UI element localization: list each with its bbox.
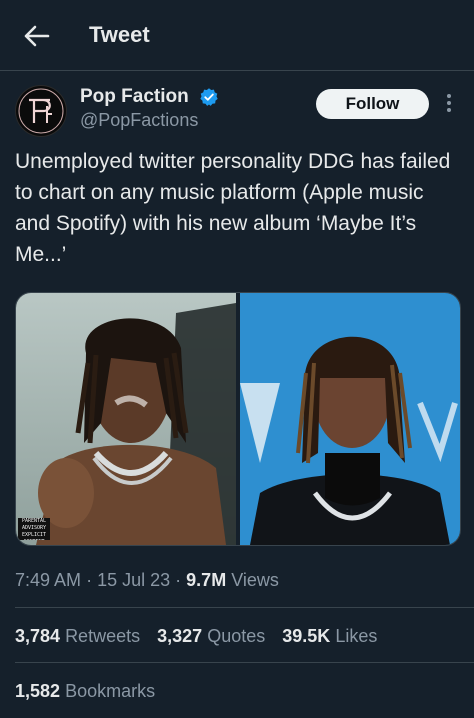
top-bar: Tweet [0,0,474,71]
author-name[interactable]: Pop Faction [80,86,189,108]
meta-separator: · [86,570,93,590]
views-label: Views [231,570,279,590]
likes-label: Likes [335,626,378,646]
tweet-time: 7:49 AM [15,570,82,590]
media-grid[interactable]: PARENTAL ADVISORY EXPLICIT CONTENT [15,292,461,546]
portrait-photo [240,293,460,545]
avatar[interactable] [15,85,67,137]
views-count: 9.7M [186,570,227,590]
quotes-label: Quotes [207,626,266,646]
pop-faction-logo [18,88,64,134]
more-vertical-icon[interactable] [442,92,456,114]
tweet-meta: 7:49 AM · 15 Jul 23 · 9.7M Views [15,570,279,591]
meta-separator: · [175,570,182,590]
album-cover-photo [16,293,236,545]
back-arrow-icon[interactable] [22,24,50,48]
bookmarks-label: Bookmarks [65,681,156,701]
retweets-stat[interactable]: 3,784 Retweets [15,626,140,647]
tweet-date: 15 Jul 23 [97,570,171,590]
bookmarks-stat[interactable]: 1,582 Bookmarks [15,681,155,702]
quotes-stat[interactable]: 3,327 Quotes [157,626,265,647]
likes-stat[interactable]: 39.5K Likes [282,626,377,647]
retweets-count: 3,784 [15,626,61,646]
page-title: Tweet [89,22,150,47]
divider [15,607,474,608]
bookmarks-count: 1,582 [15,681,61,701]
engagement-stats: 3,784 Retweets 3,327 Quotes 39.5K Likes [15,626,389,647]
author-handle[interactable]: @PopFactions [80,110,198,131]
parental-advisory-label: PARENTAL ADVISORY EXPLICIT CONTENT [18,518,50,540]
divider [15,662,474,663]
media-image-right[interactable] [240,293,460,545]
likes-count: 39.5K [282,626,331,646]
media-image-left[interactable]: PARENTAL ADVISORY EXPLICIT CONTENT [16,293,236,545]
verified-badge-icon [200,88,218,106]
retweets-label: Retweets [65,626,141,646]
quotes-count: 3,327 [157,626,203,646]
follow-button[interactable]: Follow [316,89,429,119]
tweet-text: Unemployed twitter personality DDG has f… [15,150,451,266]
